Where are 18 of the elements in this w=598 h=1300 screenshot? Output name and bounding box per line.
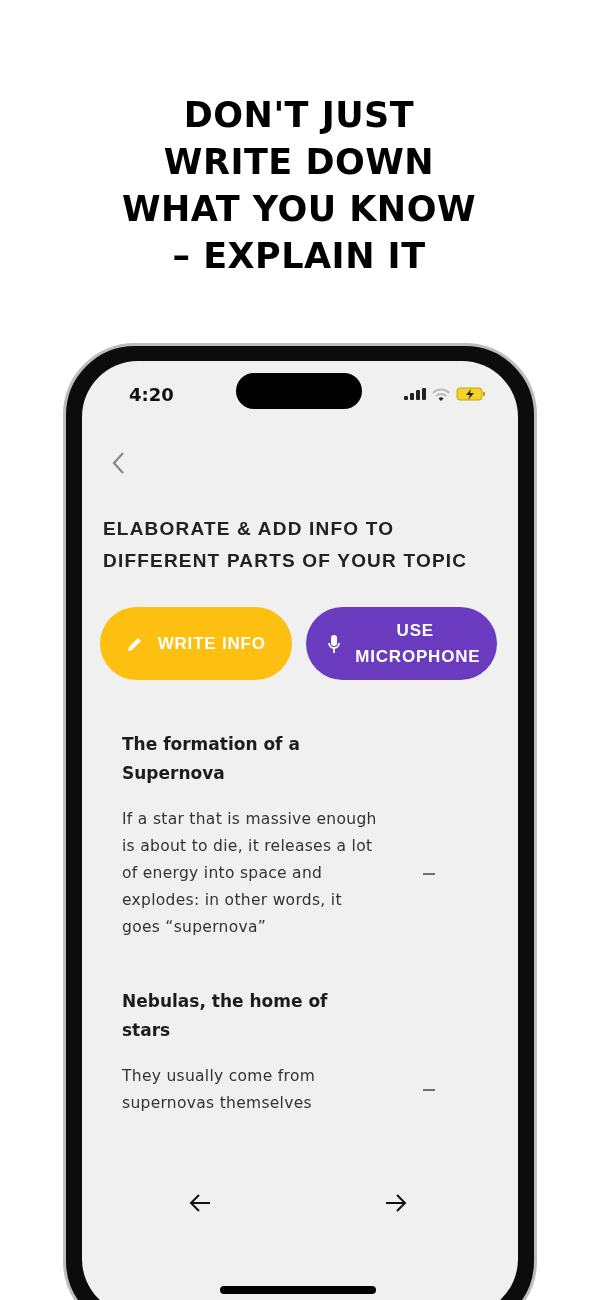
status-time: 4:20 xyxy=(129,383,174,405)
topic-title: Nebulas, the home of stars xyxy=(122,990,329,1042)
headline-line: WRITE DOWN xyxy=(163,141,435,184)
battery-icon xyxy=(456,387,486,401)
wifi-icon xyxy=(432,387,450,401)
topic-text: They usually come from supernovas themselves xyxy=(122,1066,317,1114)
back-icon[interactable] xyxy=(111,451,125,475)
headline-line: – EXPLAIN IT xyxy=(172,235,426,278)
topic-text: If a star that is massive enough is about to die, it releases a lot of energy into space and explodes: in other words, it goes “supernova” xyxy=(122,809,377,938)
topic-title: The formation of a Supernova xyxy=(122,733,301,785)
signal-icon xyxy=(404,388,426,400)
headline-line: DON'T JUST xyxy=(183,94,415,137)
arrow-left-icon[interactable] xyxy=(189,1194,211,1212)
screen-heading: ELABORATE & ADD INFO TO DIFFERENT PARTS OF YOUR TOPIC xyxy=(103,517,469,573)
microphone-button[interactable]: USE MICROPHONE xyxy=(305,607,497,680)
headline-line: WHAT YOU KNOW xyxy=(121,188,477,231)
microphone-icon xyxy=(327,633,342,654)
arrow-right-icon[interactable] xyxy=(385,1194,407,1212)
